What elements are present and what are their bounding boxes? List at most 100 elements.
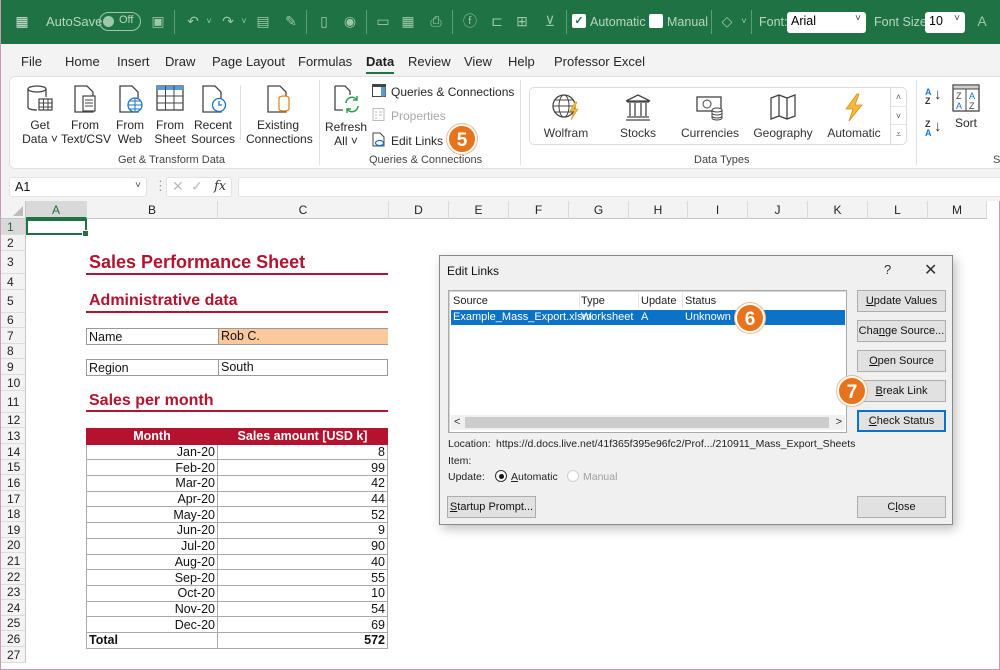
amount-cell[interactable]: 40 <box>217 553 388 571</box>
month-cell[interactable]: Jun-20 <box>86 522 218 539</box>
update-manual-radio[interactable] <box>567 470 579 482</box>
row-header-10[interactable]: 10 <box>1 375 26 391</box>
amount-cell[interactable]: 99 <box>217 459 388 477</box>
scroll-up-icon[interactable]: ˄ <box>891 88 906 107</box>
eraser-icon[interactable]: ◇ <box>718 12 736 30</box>
sort-button[interactable]: ZAAZ Sort <box>949 84 983 130</box>
tab-file[interactable]: File <box>21 54 42 69</box>
clear-filter-icon[interactable]: ⊻ <box>541 12 559 30</box>
column-header-b[interactable]: B <box>87 201 218 219</box>
row-header-9[interactable]: 9 <box>1 359 26 375</box>
row-header-18[interactable]: 18 <box>1 507 26 522</box>
row-header-3[interactable]: 3 <box>1 251 26 274</box>
tab-data[interactable]: Data <box>366 54 395 74</box>
column-header-m[interactable]: M <box>928 201 987 219</box>
font-select[interactable]: Arial ˅ <box>787 12 866 33</box>
sort-descending-button[interactable]: Z A ↓ <box>925 119 942 138</box>
update-manual-label[interactable]: Manual <box>583 471 617 483</box>
tab-view[interactable]: View <box>464 54 492 69</box>
month-cell[interactable]: Jan-20 <box>86 443 218 461</box>
scrollbar-thumb[interactable] <box>465 417 829 428</box>
column-header-f[interactable]: F <box>509 201 569 219</box>
horizontal-scrollbar[interactable]: < > <box>451 415 845 430</box>
amount-cell[interactable]: 90 <box>217 537 388 555</box>
font-size-select[interactable]: 10 ˅ <box>925 12 965 33</box>
insert-function-icon[interactable]: fx <box>214 179 226 194</box>
month-cell[interactable]: Mar-20 <box>86 475 218 492</box>
list-header-source[interactable]: Source <box>453 295 488 307</box>
properties-button[interactable]: Properties <box>372 108 446 124</box>
data-type-geography[interactable]: Geography <box>748 92 818 140</box>
tab-help[interactable]: Help <box>508 54 535 69</box>
list-header-status[interactable]: Status <box>685 295 716 307</box>
row-header-22[interactable]: 22 <box>1 569 26 585</box>
from-text-csv-button[interactable]: From Text/CSV <box>61 84 111 146</box>
month-cell[interactable]: Apr-20 <box>86 490 218 508</box>
row-header-1[interactable]: 1 <box>1 219 26 235</box>
confirm-icon[interactable]: ✓ <box>191 178 203 195</box>
name-box[interactable]: A1 ˅ <box>9 177 147 197</box>
calc-manual-checkbox[interactable] <box>649 14 663 28</box>
row-header-11[interactable]: 11 <box>1 391 26 413</box>
scroll-right-icon[interactable]: > <box>836 415 842 430</box>
month-cell[interactable]: Oct-20 <box>86 584 218 602</box>
month-cell[interactable]: May-20 <box>86 506 218 524</box>
data-type-wolfram[interactable]: Wolfram <box>531 92 601 140</box>
column-divider[interactable] <box>682 293 683 308</box>
formula-input[interactable] <box>238 177 1000 197</box>
file-icon[interactable]: ▯ <box>315 12 333 30</box>
existing-connections-button[interactable]: Existing Connections <box>246 84 313 146</box>
close-icon[interactable]: ✕ <box>924 260 937 280</box>
help-icon[interactable]: ? <box>884 262 891 277</box>
tab-draw[interactable]: Draw <box>165 54 195 69</box>
total-value[interactable]: 572 <box>217 631 388 649</box>
data-type-currencies[interactable]: Currencies <box>675 92 745 140</box>
row-header-8[interactable]: 8 <box>1 344 26 359</box>
name-value-cell[interactable]: Rob C. <box>218 329 388 344</box>
amount-cell[interactable]: 69 <box>217 616 388 633</box>
row-header-19[interactable]: 19 <box>1 522 26 538</box>
record-icon[interactable]: ◉ <box>341 12 359 30</box>
region-value-cell[interactable]: South <box>218 360 388 375</box>
break-link-button[interactable]: Break Link <box>857 380 946 402</box>
row-header-27[interactable]: 27 <box>1 647 26 663</box>
link-row[interactable]: Example_Mass_Export.xlsm Worksheet A Unk… <box>451 310 845 325</box>
column-header-e[interactable]: E <box>449 201 509 219</box>
open-source-button[interactable]: Open Source <box>857 350 946 372</box>
update-values-button[interactable]: Update Values <box>857 290 946 312</box>
column-header-d[interactable]: D <box>389 201 449 219</box>
amount-cell[interactable]: 8 <box>217 443 388 461</box>
row-header-16[interactable]: 16 <box>1 475 26 491</box>
tab-professor-excel[interactable]: Professor Excel <box>554 54 645 69</box>
check-status-button[interactable]: Check Status <box>857 410 946 432</box>
from-sheet-button[interactable]: From Sheet <box>151 84 189 146</box>
month-cell[interactable]: Jul-20 <box>86 537 218 555</box>
row-header-5[interactable]: 5 <box>1 290 26 313</box>
queries-connections-button[interactable]: Queries & Connections <box>372 84 514 100</box>
sort-ascending-button[interactable]: A Z ↓ <box>925 87 942 106</box>
links-list[interactable]: Source Type Update Status Example_Mass_E… <box>448 290 847 433</box>
amount-cell[interactable]: 54 <box>217 600 388 618</box>
selected-cell-a1[interactable] <box>26 219 89 237</box>
row-header-17[interactable]: 17 <box>1 491 26 507</box>
column-header-j[interactable]: J <box>748 201 808 219</box>
shapes-icon[interactable]: ⊏ <box>488 12 506 30</box>
month-cell[interactable]: Nov-20 <box>86 600 218 618</box>
data-type-stocks[interactable]: Stocks <box>603 92 673 140</box>
column-header-h[interactable]: H <box>629 201 688 219</box>
close-button[interactable]: Close <box>857 496 946 518</box>
select-all-corner[interactable] <box>1 201 26 219</box>
column-divider[interactable] <box>579 293 580 308</box>
scroll-down-icon[interactable]: ˅ <box>891 107 906 126</box>
data-type-automatic[interactable]: Automatic <box>819 92 889 140</box>
format-painter-icon[interactable]: ✎ <box>282 12 300 30</box>
column-header-a[interactable]: A <box>26 201 87 219</box>
row-header-6[interactable]: 6 <box>1 313 26 328</box>
tab-home[interactable]: Home <box>65 54 100 69</box>
amount-cell[interactable]: 42 <box>217 475 388 492</box>
edit-links-button[interactable]: Edit Links <box>372 132 443 150</box>
save-icon[interactable]: ▣ <box>149 12 167 30</box>
image-icon[interactable]: ▭ <box>374 12 392 30</box>
row-header-7[interactable]: 7 <box>1 328 26 344</box>
calc-automatic-checkbox[interactable]: ✓ <box>572 14 586 28</box>
